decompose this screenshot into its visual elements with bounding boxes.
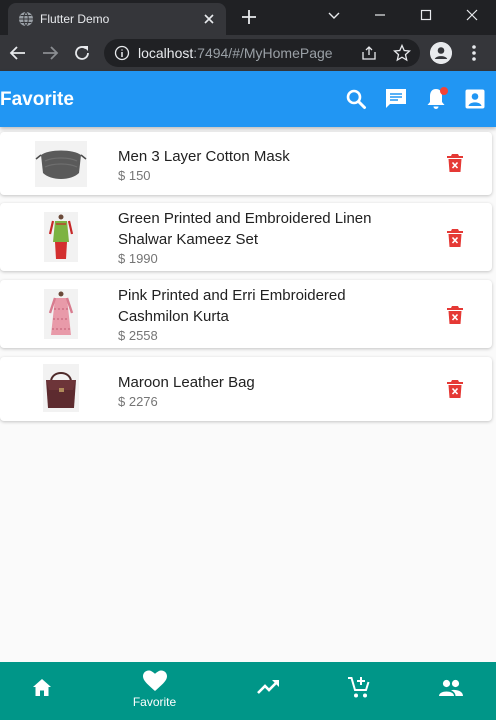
search-icon[interactable] [344, 87, 368, 111]
product-name: Green Printed and Embroidered Linen Shal… [118, 210, 372, 248]
product-price: $ 2558 [118, 328, 158, 343]
reload-button[interactable] [70, 41, 94, 65]
nav-people[interactable] [401, 662, 496, 720]
list-item[interactable]: Pink Printed and Erri Embroidered Cashmi… [0, 280, 492, 348]
back-arrow-icon [9, 46, 25, 60]
delete-icon[interactable] [446, 305, 464, 325]
minimize-icon [375, 14, 385, 16]
delete-icon[interactable] [446, 153, 464, 173]
url-path: :7494/#/MyHomePage [193, 45, 333, 61]
chevron-down-icon [328, 12, 340, 19]
people-icon [438, 679, 463, 696]
globe-icon [19, 11, 33, 27]
address-bar[interactable]: localhost:7494/#/MyHomePage [104, 39, 420, 67]
tab-search-button[interactable] [311, 0, 357, 30]
message-icon[interactable] [384, 87, 408, 111]
page-title: Favorite [0, 89, 74, 110]
product-name: Men 3 Layer Cotton Mask [118, 148, 290, 165]
notification-badge [440, 87, 448, 95]
more-vert-icon[interactable] [466, 43, 482, 63]
browser-tab[interactable]: Flutter Demo [8, 3, 226, 35]
product-name: Pink Printed and Erri Embroidered Cashmi… [118, 287, 346, 325]
bottom-navigation: Favorite [0, 662, 496, 720]
tab-strip: Flutter Demo [0, 0, 496, 35]
list-item[interactable]: Green Printed and Embroidered Linen Shal… [0, 203, 492, 271]
home-icon [32, 679, 51, 696]
close-icon[interactable] [202, 12, 216, 26]
product-price: $ 150 [118, 168, 151, 183]
trending-up-icon [256, 680, 279, 694]
forward-button[interactable] [38, 41, 62, 65]
account-box-icon[interactable] [463, 87, 487, 111]
nav-home[interactable] [0, 662, 91, 720]
forward-arrow-icon [43, 46, 59, 60]
delete-icon[interactable] [446, 228, 464, 248]
url-text[interactable]: localhost:7494/#/MyHomePage [138, 45, 333, 61]
browser-toolbar: localhost:7494/#/MyHomePage [0, 35, 496, 71]
favorite-icon [142, 670, 167, 691]
minimize-button[interactable] [357, 0, 403, 30]
maximize-button[interactable] [403, 0, 449, 30]
close-window-button[interactable] [449, 0, 495, 30]
nav-favorite-label: Favorite [132, 695, 177, 709]
list-item[interactable]: Maroon Leather Bag $ 2276 [0, 357, 492, 421]
add-shopping-cart-icon [347, 677, 369, 698]
nav-cart[interactable] [309, 662, 408, 720]
url-host: localhost [138, 45, 194, 61]
star-icon[interactable] [393, 44, 411, 62]
profile-icon[interactable] [430, 42, 452, 64]
tab-title: Flutter Demo [40, 12, 110, 26]
plus-icon[interactable] [240, 8, 258, 26]
list-item[interactable]: Men 3 Layer Cotton Mask $ 150 [0, 132, 492, 195]
product-image [44, 289, 78, 339]
delete-icon[interactable] [446, 379, 464, 399]
app-bar: Favorite [0, 71, 496, 127]
back-button[interactable] [6, 41, 30, 65]
reload-icon [75, 46, 89, 60]
product-image [44, 212, 78, 262]
product-price: $ 2276 [118, 394, 158, 409]
nav-trending[interactable] [219, 662, 318, 720]
product-name: Maroon Leather Bag [118, 374, 255, 391]
product-image [43, 364, 79, 412]
product-image [35, 141, 87, 187]
product-price: $ 1990 [118, 251, 158, 266]
maximize-icon [420, 9, 432, 21]
share-icon[interactable] [361, 45, 377, 61]
nav-favorite[interactable]: Favorite [105, 662, 204, 720]
browser-window-chrome: Flutter Demo localhost:7494/#/MyHomePage [0, 0, 496, 71]
info-icon[interactable] [114, 45, 130, 61]
close-window-icon [466, 9, 478, 21]
